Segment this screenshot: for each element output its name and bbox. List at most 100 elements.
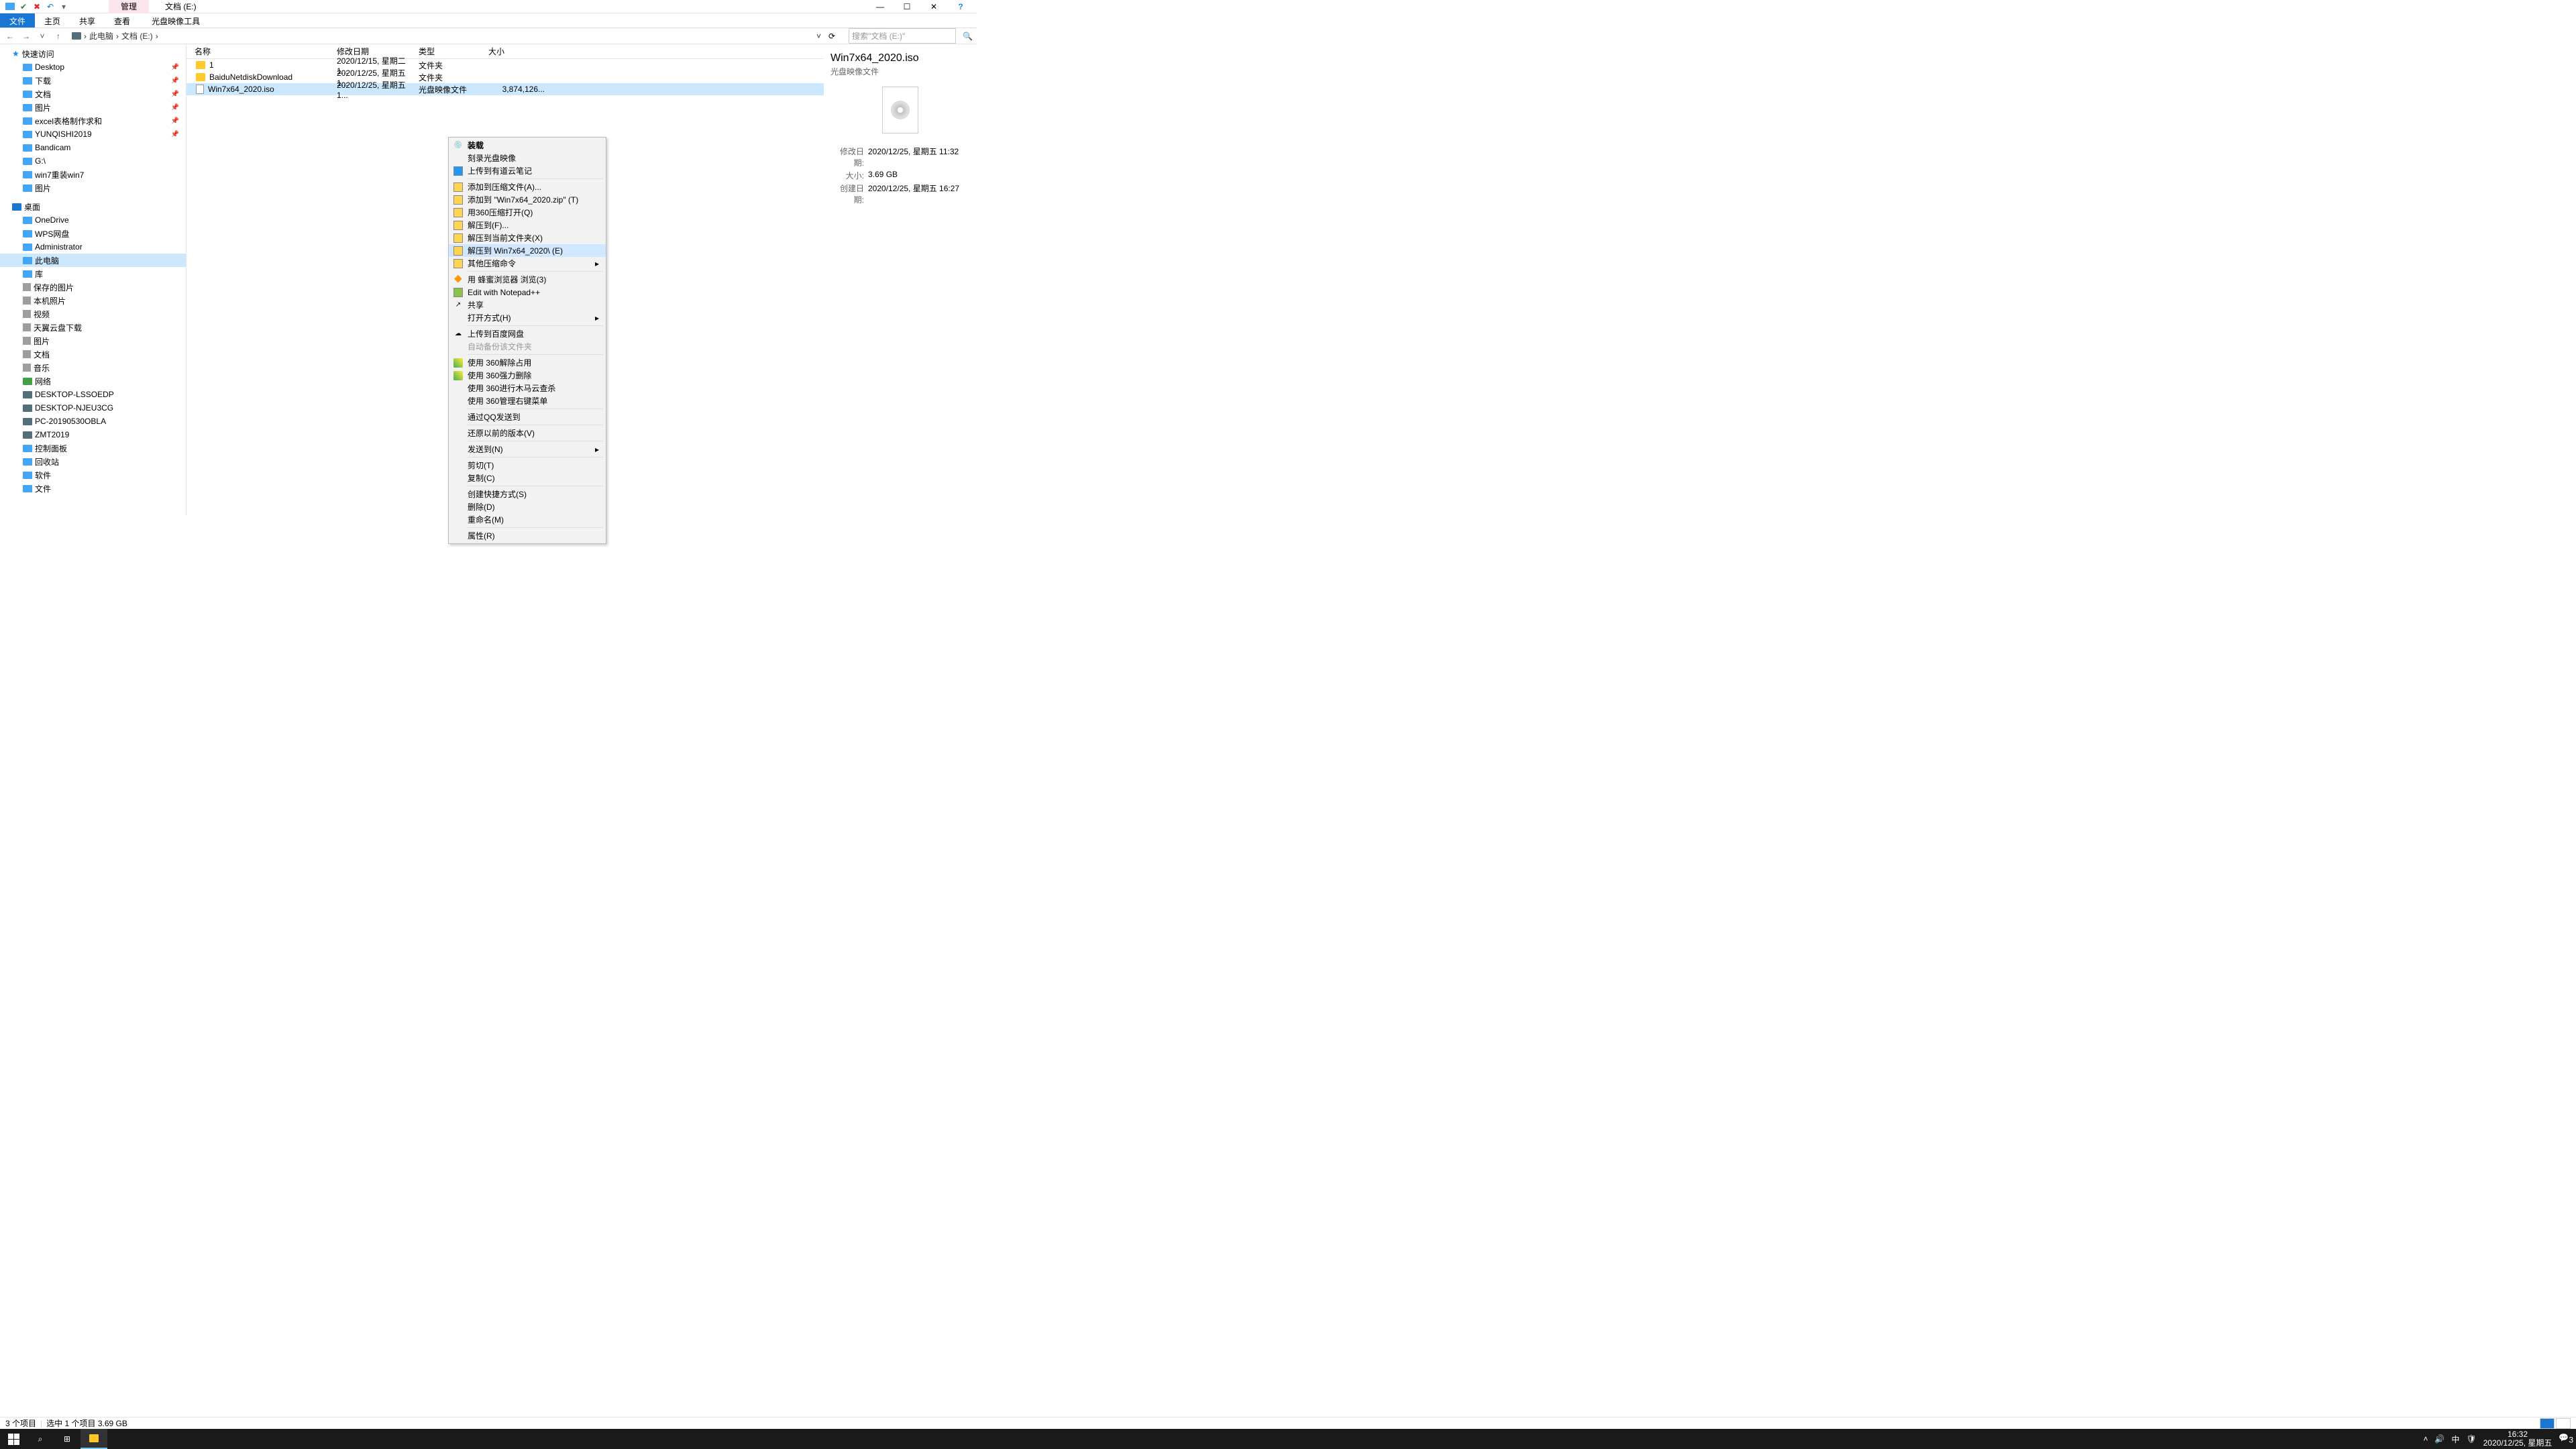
tree-item[interactable]: 此电脑 xyxy=(0,254,186,267)
menu-rename[interactable]: 重命名(M) xyxy=(449,513,606,526)
menu-360-trojan[interactable]: 使用 360进行木马云查杀 xyxy=(449,382,606,394)
breadcrumb-dropdown[interactable]: ˅ xyxy=(816,32,821,41)
tree-item[interactable]: 控制面板 xyxy=(0,441,186,455)
help-icon[interactable]: ? xyxy=(947,0,974,13)
file-row[interactable]: 12020/12/15, 星期二 1...文件夹 xyxy=(186,59,824,71)
menu-cut[interactable]: 剪切(T) xyxy=(449,459,606,472)
tree-item[interactable]: 下载📌 xyxy=(0,74,186,87)
tree-item[interactable]: WPS网盘 xyxy=(0,227,186,240)
menu-360-unlock[interactable]: 使用 360解除占用 xyxy=(449,356,606,369)
tree-item[interactable]: 回收站 xyxy=(0,455,186,468)
refresh-button[interactable]: ⟳ xyxy=(828,32,841,41)
tree-item[interactable]: 文档📌 xyxy=(0,87,186,101)
undo-icon[interactable]: ↶ xyxy=(44,1,56,13)
tree-item[interactable]: 图片📌 xyxy=(0,101,186,114)
tab-share[interactable]: 共享 xyxy=(70,13,105,28)
menu-delete[interactable]: 删除(D) xyxy=(449,500,606,513)
breadcrumb-folder[interactable]: 文档 (E:) xyxy=(121,30,153,42)
tree-item[interactable]: G:\ xyxy=(0,154,186,168)
navigation-tree[interactable]: ★快速访问 Desktop📌下载📌文档📌图片📌excel表格制作求和📌YUNQI… xyxy=(0,44,186,515)
search-input[interactable]: 搜索"文档 (E:)" xyxy=(849,28,956,44)
menu-copy[interactable]: 复制(C) xyxy=(449,472,606,484)
close-red-icon[interactable]: ✖ xyxy=(31,1,43,13)
tree-item[interactable]: YUNQISHI2019📌 xyxy=(0,127,186,141)
menu-properties[interactable]: 属性(R) xyxy=(449,529,606,542)
tree-item[interactable]: Desktop📌 xyxy=(0,60,186,74)
menu-share[interactable]: ↗共享 xyxy=(449,299,606,311)
maximize-button[interactable]: ☐ xyxy=(894,0,920,13)
menu-other-zip[interactable]: 其他压缩命令▸ xyxy=(449,257,606,270)
tree-item[interactable]: 保存的图片 xyxy=(0,280,186,294)
menu-mount[interactable]: 💿装载 xyxy=(449,139,606,152)
icons-view-button[interactable] xyxy=(2556,1418,2571,1429)
menu-open-360zip[interactable]: 用360压缩打开(Q) xyxy=(449,206,606,219)
explorer-taskbar-button[interactable] xyxy=(80,1429,107,1449)
menu-360-forcedel[interactable]: 使用 360强力删除 xyxy=(449,369,606,382)
menu-notepadpp[interactable]: Edit with Notepad++ xyxy=(449,286,606,299)
close-button[interactable]: ✕ xyxy=(920,0,947,13)
tree-network[interactable]: 网络 xyxy=(0,374,186,388)
menu-extract-to[interactable]: 解压到(F)... xyxy=(449,219,606,231)
tree-item[interactable]: PC-20190530OBLA xyxy=(0,415,186,428)
security-icon[interactable]: 🛡 xyxy=(2466,1434,2476,1444)
tree-desktop[interactable]: 桌面 xyxy=(0,200,186,213)
dropdown-icon[interactable]: ▾ xyxy=(58,1,70,13)
tree-item[interactable]: 库 xyxy=(0,267,186,280)
tree-item[interactable]: ZMT2019 xyxy=(0,428,186,441)
tree-item[interactable]: 软件 xyxy=(0,468,186,482)
tree-item[interactable]: 视频 xyxy=(0,307,186,321)
details-view-button[interactable] xyxy=(2540,1418,2555,1429)
menu-restore-prev[interactable]: 还原以前的版本(V) xyxy=(449,427,606,439)
tray-chevron-icon[interactable]: ˄ xyxy=(2423,1434,2428,1444)
task-view-button[interactable]: ⊞ xyxy=(54,1429,80,1449)
up-button[interactable]: ↑ xyxy=(52,32,64,41)
tree-item[interactable]: excel表格制作求和📌 xyxy=(0,114,186,127)
search-icon[interactable]: 🔍 xyxy=(963,32,973,41)
tree-item[interactable]: 音乐 xyxy=(0,361,186,374)
tree-item[interactable]: Bandicam xyxy=(0,141,186,154)
tree-item[interactable]: DESKTOP-LSSOEDP xyxy=(0,388,186,401)
tree-item[interactable]: win7重装win7 xyxy=(0,168,186,181)
menu-send-qq[interactable]: 通过QQ发送到 xyxy=(449,411,606,423)
recent-dropdown[interactable]: ˅ xyxy=(36,32,48,41)
clock[interactable]: 16:32 2020/12/25, 星期五 xyxy=(2483,1430,2553,1448)
tree-item[interactable]: 文档 xyxy=(0,347,186,361)
search-button[interactable]: ⌕ xyxy=(27,1429,54,1449)
menu-open-with[interactable]: 打开方式(H)▸ xyxy=(449,311,606,324)
menu-shortcut[interactable]: 创建快捷方式(S) xyxy=(449,488,606,500)
menu-upload-baidu[interactable]: ☁上传到百度网盘 xyxy=(449,327,606,340)
menu-upload-youdao[interactable]: 上传到有道云笔记 xyxy=(449,164,606,177)
breadcrumb-root[interactable]: 此电脑 xyxy=(89,30,113,42)
column-size[interactable]: 大小 xyxy=(488,46,549,57)
tree-item[interactable]: 图片 xyxy=(0,334,186,347)
menu-360-menu[interactable]: 使用 360管理右键菜单 xyxy=(449,394,606,407)
volume-icon[interactable]: 🔊 xyxy=(2434,1434,2445,1444)
tree-item[interactable]: 图片 xyxy=(0,181,186,195)
menu-send-to[interactable]: 发送到(N)▸ xyxy=(449,443,606,455)
minimize-button[interactable]: — xyxy=(867,0,894,13)
forward-button[interactable]: → xyxy=(20,32,32,41)
menu-add-archive[interactable]: 添加到压缩文件(A)... xyxy=(449,180,606,193)
tree-item[interactable]: Administrator xyxy=(0,240,186,254)
file-row[interactable]: Win7x64_2020.iso2020/12/25, 星期五 1...光盘映像… xyxy=(186,83,824,95)
ime-icon[interactable]: 中 xyxy=(2451,1434,2459,1445)
tab-home[interactable]: 主页 xyxy=(35,13,70,28)
checkmark-icon[interactable]: ✔ xyxy=(17,1,30,13)
file-row[interactable]: BaiduNetdiskDownload2020/12/25, 星期五 1...… xyxy=(186,71,824,83)
tree-quick-access[interactable]: ★快速访问 xyxy=(0,47,186,60)
menu-extract-here[interactable]: 解压到当前文件夹(X) xyxy=(449,231,606,244)
tab-view[interactable]: 查看 xyxy=(105,13,140,28)
tree-item[interactable]: DESKTOP-NJEU3CG xyxy=(0,401,186,415)
menu-add-zip[interactable]: 添加到 "Win7x64_2020.zip" (T) xyxy=(449,193,606,206)
tree-item[interactable]: 本机照片 xyxy=(0,294,186,307)
notification-icon[interactable]: 💬3 xyxy=(2559,1433,2573,1444)
tree-item[interactable]: 文件 xyxy=(0,482,186,495)
menu-honey-browse[interactable]: 🔶用 蜂蜜浏览器 浏览(3) xyxy=(449,273,606,286)
menu-extract-named[interactable]: 解压到 Win7x64_2020\ (E) xyxy=(449,244,606,257)
back-button[interactable]: ← xyxy=(4,32,16,41)
tree-item[interactable]: 天翼云盘下载 xyxy=(0,321,186,334)
tab-file[interactable]: 文件 xyxy=(0,13,35,28)
tab-disc-tools[interactable]: 光盘映像工具 xyxy=(142,13,209,28)
breadcrumb[interactable]: › 此电脑 › 文档 (E:) › ˅ xyxy=(68,30,824,42)
start-button[interactable] xyxy=(0,1429,27,1449)
